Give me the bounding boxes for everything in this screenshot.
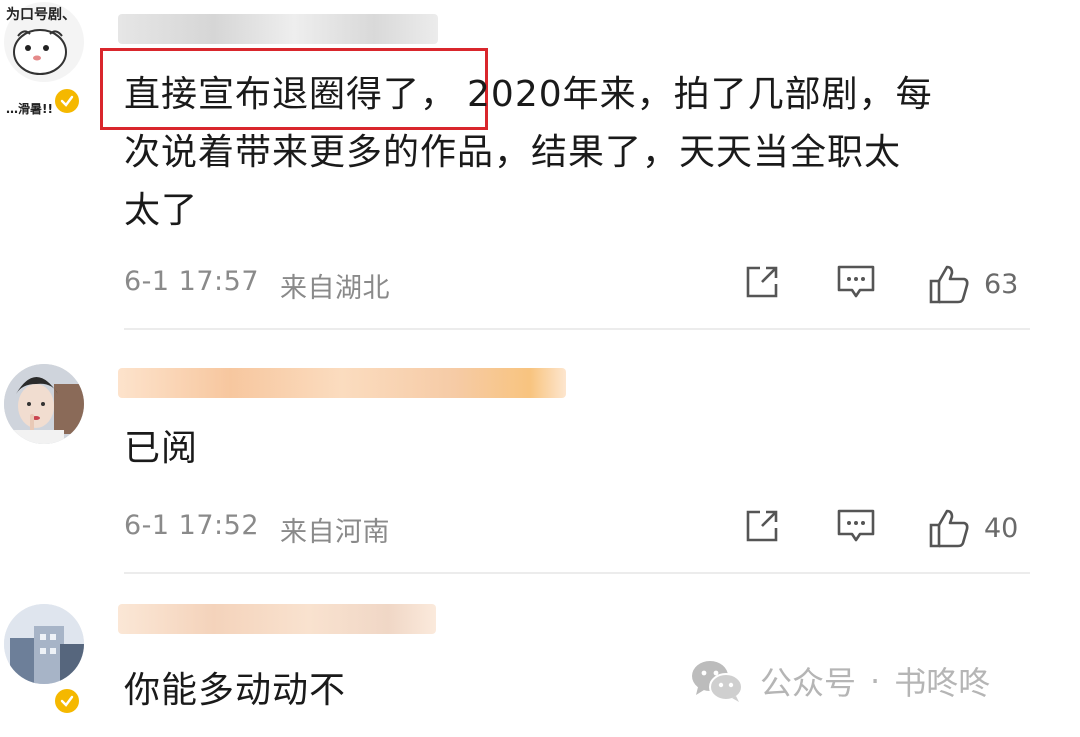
watermark-separator: · <box>870 662 881 700</box>
share-icon <box>746 266 778 298</box>
comment-2: 已阅 6-1 17:52 来自河南 40 <box>0 330 1080 574</box>
comment-text-line: 太了 <box>124 190 199 231</box>
portrait-avatar-image <box>4 364 84 444</box>
comment-icon <box>837 265 875 298</box>
comment-icon <box>837 509 875 542</box>
reply-button[interactable] <box>836 264 876 300</box>
building-avatar-image <box>4 604 84 684</box>
avatar[interactable] <box>4 604 84 684</box>
username-blurred[interactable] <box>118 14 438 44</box>
comment-1: 为口号剧、 …滑暑!! 直接宣布退圈得了， 2020年来，拍了几部剧，每 次说着带… <box>0 0 1080 330</box>
username-blurred[interactable] <box>118 368 566 398</box>
verified-badge-icon <box>52 686 82 716</box>
like-button[interactable]: 40 <box>928 508 1018 548</box>
share-icon <box>746 510 778 542</box>
thumbs-up-icon <box>929 265 969 304</box>
comment-text: 你能多动动不 <box>124 670 347 711</box>
comment-text-rest: 2020年来，拍了几部剧，每 <box>467 74 933 115</box>
avatar-caption: …滑暑!! <box>6 102 53 116</box>
share-button[interactable] <box>744 264 782 300</box>
username-blurred[interactable] <box>118 604 436 634</box>
share-button[interactable] <box>744 508 782 544</box>
reply-button[interactable] <box>836 508 876 544</box>
highlighted-text: 直接宣布退圈得了， <box>124 74 458 115</box>
avatar[interactable] <box>4 364 84 444</box>
like-count: 40 <box>984 512 1019 544</box>
comment-text-line: 次说着带来更多的作品，结果了，天天当全职太 <box>124 132 902 173</box>
comment-3: 你能多动动不 <box>0 574 1080 737</box>
verified-badge-icon <box>52 86 82 116</box>
like-button[interactable]: 63 <box>928 264 1018 304</box>
comment-text: 直接宣布退圈得了， 2020年来，拍了几部剧，每 次说着带来更多的作品，结果了，天… <box>124 66 933 240</box>
wechat-watermark: 公众号 · 书咚咚 <box>690 658 990 704</box>
watermark-account: 书咚咚 <box>894 664 991 702</box>
like-count: 63 <box>984 268 1019 300</box>
comment-actions: 40 <box>0 508 1080 548</box>
comment-actions: 63 <box>0 264 1080 304</box>
wechat-icon <box>692 661 743 702</box>
watermark-label: 公众号 <box>760 664 857 702</box>
avatar-caption: 为口号剧、 <box>6 7 76 23</box>
comment-text: 已阅 <box>124 428 199 469</box>
thumbs-up-icon <box>929 509 969 548</box>
